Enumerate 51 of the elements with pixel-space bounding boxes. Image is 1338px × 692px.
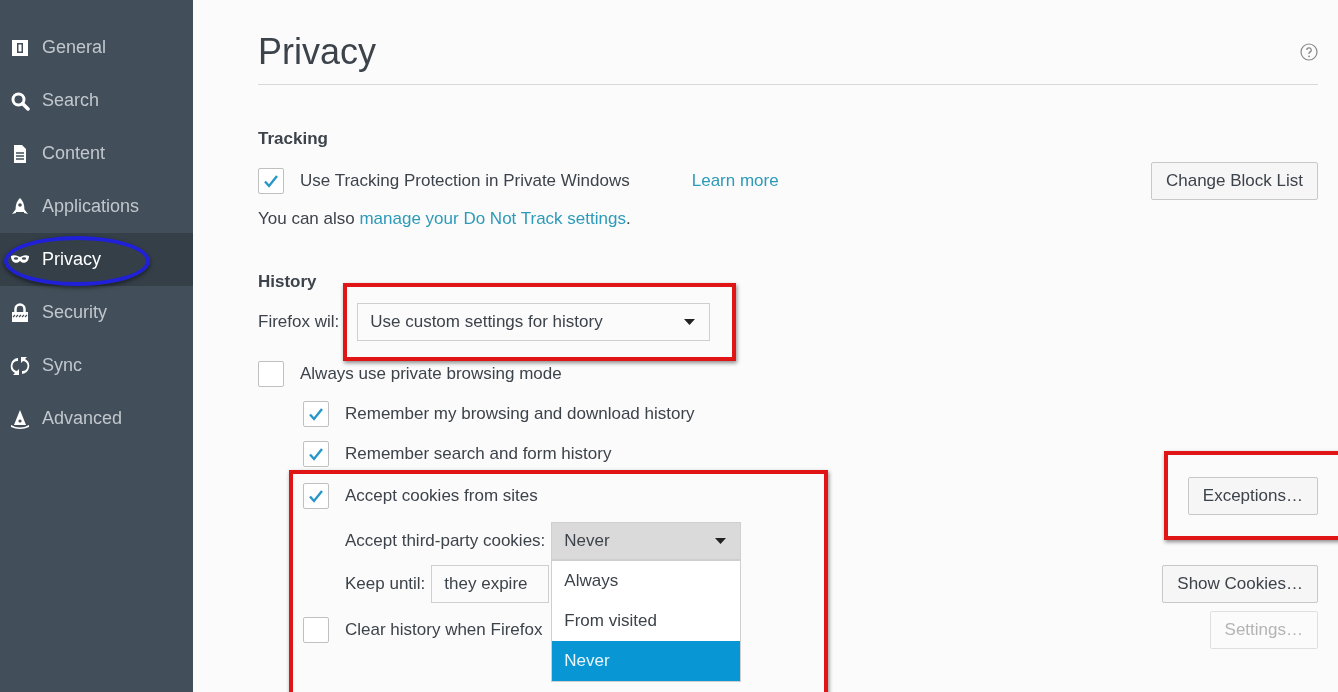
exceptions-button[interactable]: Exceptions… [1187,477,1318,515]
wizard-hat-icon [10,408,30,429]
checkbox-label: Always use private browsing mode [300,364,562,384]
dropdown-option[interactable]: Never [552,641,741,681]
checkbox-label: Remember my browsing and download history [345,404,695,424]
field-label: Accept third-party cookies: [345,531,546,551]
dropdown-option[interactable]: Always [552,561,741,601]
learn-more-link[interactable]: Learn more [691,171,779,191]
check-icon [308,406,324,422]
window-icon [10,37,30,58]
sidebar-item[interactable]: Content [0,127,193,180]
lock-icon [10,302,30,323]
caret-icon [684,319,696,325]
checkbox-label: Clear history when Firefox [345,620,543,640]
page-title: Privacy [258,31,377,73]
search-icon [10,90,30,111]
sidebar-item[interactable]: Privacy [0,233,193,286]
sidebar-item[interactable]: Search [0,74,193,127]
checkbox[interactable] [258,361,284,387]
third-party-cookies-dropdown[interactable]: Never [551,522,742,560]
checkbox[interactable] [258,168,284,194]
checkbox[interactable] [303,441,329,467]
sidebar-item[interactable]: General [0,21,193,74]
sidebar-item[interactable]: Sync [0,339,193,392]
section-heading: History [258,271,318,293]
note-text: You can also manage your Do Not Track settings. [258,209,631,229]
checkbox[interactable] [303,483,329,509]
checkbox[interactable] [303,401,329,427]
history-dropdown[interactable]: Use custom settings for history [357,303,711,341]
sync-icon [10,355,30,376]
field-label: Firefox wil: [258,312,340,332]
sidebar-item[interactable]: Security [0,286,193,339]
show-cookies-button[interactable]: Show Cookies… [1162,565,1318,603]
checkbox[interactable] [303,617,329,643]
sidebar-item[interactable]: Advanced [0,392,193,445]
change-block-list-button[interactable]: Change Block List [1150,162,1318,200]
check-icon [308,446,324,462]
caret-icon [715,538,727,544]
keep-until-dropdown[interactable]: they expire [431,565,550,603]
sidebar-item[interactable]: Applications [0,180,193,233]
dropdown-option[interactable]: From visited [552,601,741,641]
do-not-track-link[interactable]: manage your Do Not Track settings [359,209,626,228]
rocket-icon [10,196,30,217]
checkbox-label: Remember search and form history [345,444,612,464]
checkbox-label: Accept cookies from sites [345,486,538,506]
check-icon [308,488,324,504]
checkbox-label: Use Tracking Protection in Private Windows [300,171,630,191]
section-heading: Tracking [258,128,329,150]
field-label: Keep until: [345,574,426,594]
help-icon[interactable] [1300,43,1318,61]
check-icon [263,173,279,189]
